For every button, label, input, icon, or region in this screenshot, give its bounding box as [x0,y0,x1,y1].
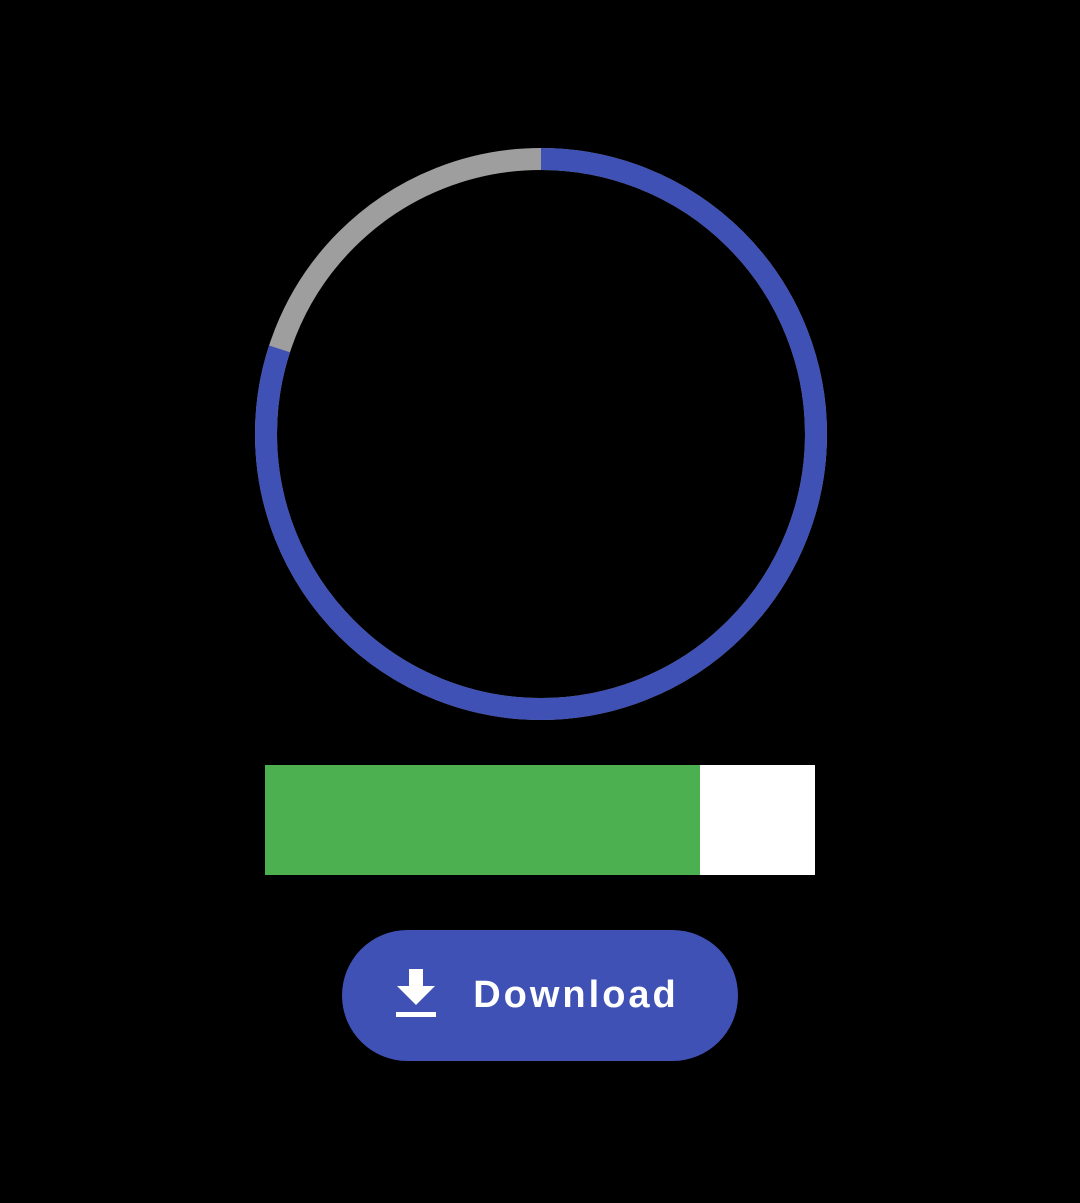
circular-progress-ring [255,148,827,720]
download-icon [395,968,437,1019]
circular-progress-indicator [255,148,827,720]
linear-progress-fill [265,765,700,875]
download-button[interactable]: Download [342,930,738,1061]
download-button-label: Download [473,974,679,1016]
linear-progress-bar [265,765,815,875]
